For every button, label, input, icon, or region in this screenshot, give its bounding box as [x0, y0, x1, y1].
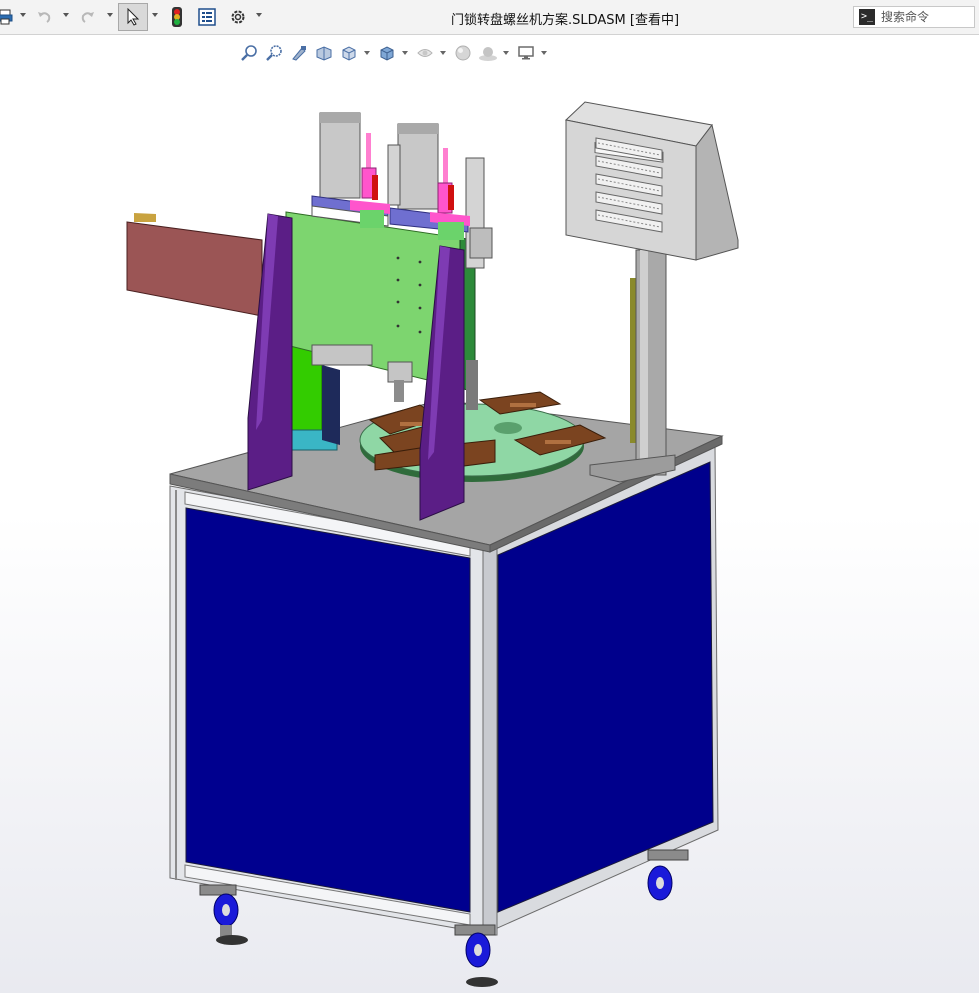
redo-icon[interactable]: [78, 5, 98, 29]
door-lock-turntable-screw-machine-model[interactable]: [0, 35, 979, 993]
select-dropdown-caret[interactable]: [152, 13, 158, 17]
graphics-viewport[interactable]: [0, 35, 979, 993]
document-title: 门锁转盘螺丝机方案.SLDASM [查看中]: [450, 13, 680, 28]
rebuild-traffic-light-icon[interactable]: [168, 5, 186, 29]
redo-dropdown-caret[interactable]: [107, 13, 113, 17]
search-commands-box[interactable]: >_: [853, 6, 975, 28]
command-prompt-icon: >_: [859, 9, 875, 25]
undo-icon[interactable]: [34, 5, 54, 29]
title-bar: 门锁转盘螺丝机方案.SLDASM [查看中] >_: [0, 0, 979, 35]
solidworks-window: 门锁转盘螺丝机方案.SLDASM [查看中] >_: [0, 0, 979, 993]
file-properties-icon[interactable]: [196, 5, 218, 29]
undo-dropdown-caret[interactable]: [63, 13, 69, 17]
print-dropdown-caret[interactable]: [20, 13, 26, 17]
options-dropdown-caret[interactable]: [256, 13, 262, 17]
caster-left: [199, 884, 248, 945]
search-input[interactable]: [881, 10, 971, 24]
caster-right: [647, 849, 689, 901]
caster-center: [454, 924, 498, 987]
options-gear-icon[interactable]: [227, 5, 249, 29]
print-icon[interactable]: [0, 5, 14, 29]
select-icon[interactable]: [118, 3, 148, 31]
